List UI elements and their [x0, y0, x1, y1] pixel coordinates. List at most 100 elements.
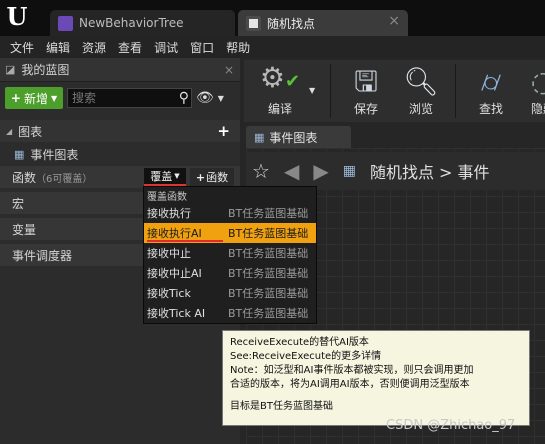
item-category: BT任务蓝图基础	[228, 207, 309, 220]
hide-icon: ◌	[530, 65, 545, 98]
add-function-button[interactable]: + 函数	[190, 168, 234, 186]
item-name: 接收Tick AI	[147, 307, 206, 320]
tooltip-line: Note：如泛型和AI事件版本都被实现，则只会调用更加	[230, 365, 474, 376]
save-label: 保存	[353, 102, 378, 116]
underline-annotation	[147, 240, 223, 242]
item-category: BT任务蓝图基础	[228, 227, 309, 240]
tooltip: ReceiveExecute的替代AI版本 See:ReceiveExecute…	[222, 330, 530, 426]
find-button[interactable]: ⌭ 查找	[468, 60, 514, 122]
search-input[interactable]: 搜索 ⚲	[67, 88, 192, 108]
graph-icon: ▦	[254, 130, 265, 144]
toolbar-divider	[455, 64, 456, 118]
menu-window[interactable]: 窗口	[190, 39, 214, 56]
forward-arrow-icon[interactable]: ▶	[313, 159, 328, 183]
tooltip-line: 合适的版本，将为AI调用AI版本，否则便调用泛型版本	[230, 379, 470, 390]
watermark: CSDN @Zhichao_97	[386, 418, 516, 433]
gear-icon: ⚙✔	[259, 61, 301, 94]
tooltip-line: 目标是BT任务蓝图基础	[230, 401, 333, 412]
close-icon[interactable]: ×	[224, 63, 234, 77]
item-name: 接收中止AI	[147, 267, 202, 280]
eye-icon[interactable]: 👁︎	[196, 90, 214, 106]
tab-random-find-point[interactable]: 随机找点 ×	[238, 10, 408, 36]
menu-item-receive-abort-ai[interactable]: 接收中止AI BT任务蓝图基础	[144, 263, 316, 283]
check-icon: ✔	[285, 71, 301, 92]
save-button[interactable]: 🖫 保存	[343, 60, 389, 122]
sidebar-item-event-graph[interactable]: ▦ 事件图表	[0, 143, 240, 165]
plus-icon: +	[195, 170, 206, 184]
tab-label: 事件图表	[269, 130, 318, 145]
tab-event-graph[interactable]: ▦ 事件图表	[246, 126, 351, 148]
section-graphs[interactable]: ◢ 图表 +	[0, 120, 240, 142]
menu-item-receive-tick[interactable]: 接收Tick BT任务蓝图基础	[144, 283, 316, 303]
menu-file[interactable]: 文件	[10, 39, 34, 56]
menu-header: 覆盖函数	[147, 192, 187, 203]
chevron-down-icon[interactable]: ▼	[218, 94, 224, 103]
chevron-down-icon: ▼	[50, 93, 58, 103]
behavior-tree-icon	[58, 15, 73, 31]
browse-label: 浏览	[408, 102, 433, 116]
item-name: 接收中止	[147, 247, 191, 260]
item-category: BT任务蓝图基础	[228, 247, 309, 260]
item-name: 接收Tick	[147, 287, 191, 300]
menu-bar: 文件 编辑 资源 查看 调试 窗口 帮助	[0, 36, 545, 58]
toolbar-divider	[330, 64, 331, 118]
my-blueprint-header[interactable]: ◪ 我的蓝图 ×	[0, 58, 240, 82]
graph-icon: ▦	[14, 147, 25, 161]
hide-button[interactable]: ◌ 隐藏	[520, 60, 545, 122]
search-row: + 新增 ▼ 搜索 ⚲ 👁︎ ▼	[0, 84, 240, 112]
unreal-logo-icon[interactable]: U	[4, 4, 30, 30]
blueprint-icon	[246, 15, 261, 31]
menu-item-receive-tick-ai[interactable]: 接收Tick AI BT任务蓝图基础	[144, 303, 316, 323]
binoculars-icon: ⌭	[480, 65, 502, 98]
panel-title: 我的蓝图	[21, 63, 70, 77]
item-category: BT任务蓝图基础	[228, 307, 309, 320]
compile-button[interactable]: ⚙✔ 编译	[250, 60, 310, 122]
item-category: BT任务蓝图基础	[228, 287, 309, 300]
chevron-down-icon: ▼	[174, 172, 180, 180]
compile-label: 编译	[267, 102, 292, 116]
menu-help[interactable]: 帮助	[226, 39, 250, 56]
tab-newbehaviortree[interactable]: NewBehaviorTree	[50, 10, 235, 36]
add-function-label: 函数	[206, 171, 229, 184]
section-label: 事件调度器	[12, 248, 73, 263]
find-label: 查找	[478, 102, 503, 116]
section-label: 图表	[18, 124, 43, 139]
menu-asset[interactable]: 资源	[82, 39, 106, 56]
star-icon[interactable]: ☆	[252, 159, 270, 183]
search-placeholder: 搜索	[72, 91, 97, 105]
override-label: 覆盖	[150, 170, 173, 183]
menu-item-receive-execute[interactable]: 接收执行 BT任务蓝图基础	[144, 203, 316, 223]
functions-note: （6可覆盖）	[36, 173, 93, 185]
blueprint-panel-icon: ◪	[5, 63, 16, 76]
menu-view[interactable]: 查看	[118, 39, 142, 56]
add-new-button[interactable]: + 新增 ▼	[5, 87, 63, 109]
tooltip-line: See:ReceiveExecute的更多详情	[230, 351, 382, 362]
chevron-down-icon[interactable]: ▼	[309, 86, 315, 95]
add-graph-icon[interactable]: +	[217, 122, 230, 140]
close-icon[interactable]: ×	[388, 13, 400, 29]
section-label: 函数	[12, 170, 37, 185]
breadcrumb-path: 随机找点 > 事件	[369, 163, 490, 182]
magnifier-icon: 🔍︎	[403, 65, 439, 98]
menu-item-receive-abort[interactable]: 接收中止 BT任务蓝图基础	[144, 243, 316, 263]
plus-icon: +	[10, 91, 21, 105]
item-name: 接收执行	[147, 207, 191, 220]
collapse-arrow-icon: ◢	[6, 126, 13, 136]
breadcrumb: ☆ ◀ ▶ ▦ 随机找点 > 事件	[246, 152, 545, 190]
hide-label: 隐藏	[530, 102, 545, 116]
override-button[interactable]: 覆盖 ▼	[144, 168, 186, 186]
back-arrow-icon[interactable]: ◀	[284, 159, 299, 183]
menu-debug[interactable]: 调试	[154, 39, 178, 56]
tooltip-line: ReceiveExecute的替代AI版本	[230, 337, 369, 348]
item-name: 接收执行AI	[147, 227, 202, 240]
tooltip-spacer	[230, 392, 522, 400]
tab-label: 随机找点	[267, 16, 316, 31]
section-label: 宏	[12, 196, 25, 211]
search-icon: ⚲	[178, 90, 189, 106]
browse-button[interactable]: 🔍︎ 浏览	[398, 60, 444, 122]
section-label: 变量	[12, 222, 37, 237]
menu-edit[interactable]: 编辑	[46, 39, 70, 56]
item-label: 事件图表	[30, 147, 79, 162]
item-category: BT任务蓝图基础	[228, 267, 309, 280]
graph-icon: ▦	[342, 163, 356, 179]
